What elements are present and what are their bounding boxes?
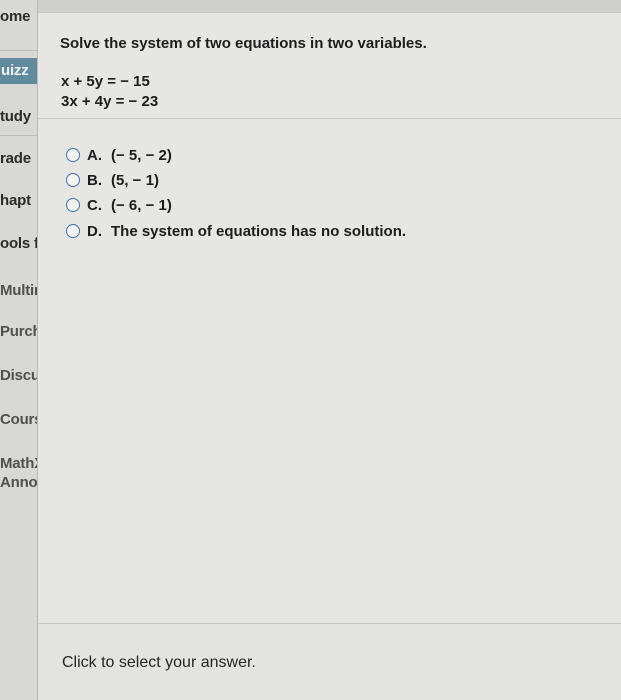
option-text: (− 5, − 2)	[111, 146, 172, 164]
answer-option-c[interactable]: C. (− 6, − 1)	[66, 194, 172, 216]
question-prompt: Solve the system of two equations in two…	[60, 35, 427, 52]
answer-option-a[interactable]: A. (− 5, − 2)	[66, 144, 172, 166]
sidebar-divider	[0, 50, 37, 51]
radio-button-icon[interactable]	[66, 224, 80, 238]
radio-button-icon[interactable]	[66, 198, 80, 212]
sidebar-divider	[0, 135, 37, 136]
equation-2: 3x + 4y = − 23	[61, 93, 159, 110]
sidebar-item-discussion[interactable]: Discus	[0, 367, 37, 384]
option-letter: B.	[87, 171, 102, 189]
sidebar-item-purchase[interactable]: Purcha	[0, 323, 37, 340]
sidebar-item-gradebook[interactable]: rade	[0, 150, 37, 167]
option-letter: A.	[87, 146, 102, 164]
answer-option-b[interactable]: B. (5, − 1)	[66, 169, 159, 191]
sidebar-item-course[interactable]: Course	[0, 411, 37, 428]
section-divider	[38, 118, 621, 119]
footer-hint: Click to select your answer.	[62, 654, 256, 671]
sidebar-item-multimedia[interactable]: Multim	[0, 282, 37, 299]
option-text: (− 6, − 1)	[111, 196, 172, 214]
sidebar-item-study[interactable]: tudy	[0, 108, 37, 125]
sidebar-item-announcements[interactable]: Annou	[0, 474, 37, 491]
sidebar: ome uizz tudy rade hapt ools f Multim Pu…	[0, 0, 38, 700]
sidebar-item-home[interactable]: ome	[0, 8, 37, 25]
radio-button-icon[interactable]	[66, 173, 80, 187]
sidebar-item-quizzes[interactable]: uizz	[0, 58, 37, 84]
sidebar-item-chapter[interactable]: hapt	[0, 192, 37, 209]
top-strip	[38, 0, 621, 12]
equation-1: x + 5y = − 15	[61, 73, 150, 90]
sidebar-item-tools[interactable]: ools f	[0, 235, 37, 252]
option-text: (5, − 1)	[111, 171, 159, 189]
option-letter: C.	[87, 196, 102, 214]
question-panel: Solve the system of two equations in two…	[38, 12, 621, 700]
option-text: The system of equations has no solution.	[111, 222, 407, 240]
answer-footer: Click to select your answer.	[38, 624, 621, 700]
radio-button-icon[interactable]	[66, 148, 80, 162]
answer-option-d[interactable]: D. The system of equations has no soluti…	[66, 220, 406, 242]
sidebar-item-mathx[interactable]: MathX	[0, 455, 37, 472]
option-letter: D.	[87, 222, 102, 240]
